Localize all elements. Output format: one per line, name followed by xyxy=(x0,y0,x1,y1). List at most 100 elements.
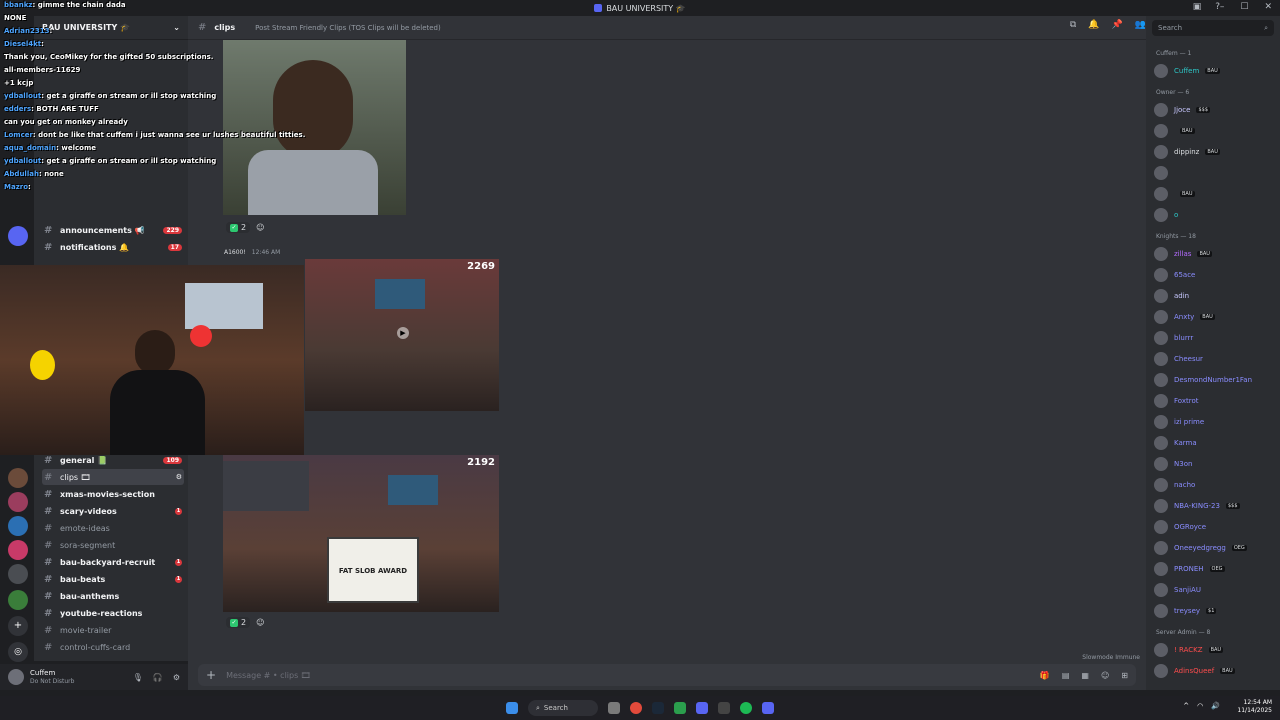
channel-item[interactable]: # bau-beats 1 xyxy=(42,571,184,587)
channel-item[interactable]: # sora-segment xyxy=(42,537,184,553)
channel-item[interactable]: # bau-anthems xyxy=(42,588,184,604)
bell-icon[interactable]: 🔔 xyxy=(1088,20,1099,30)
member-item[interactable]: Foxtrot xyxy=(1154,392,1278,410)
member-item[interactable]: blurrr xyxy=(1154,329,1278,347)
channel-item[interactable]: # xmas-movies-section xyxy=(42,486,184,502)
add-server-icon[interactable]: + xyxy=(8,616,28,636)
member-item[interactable]: N3on xyxy=(1154,455,1278,473)
discover-icon[interactable]: ◎ xyxy=(8,642,28,662)
member-item[interactable]: ! RACKZ BAU xyxy=(1154,641,1278,659)
volume-icon[interactable]: 🔊 xyxy=(1211,702,1220,710)
taskbar-search[interactable]: ⌕ Search xyxy=(528,700,598,716)
server-icon[interactable] xyxy=(8,226,28,246)
server-icon[interactable] xyxy=(8,468,28,488)
clip-thumbnail[interactable]: FAT SLOB AWARD 2192 xyxy=(223,455,499,612)
play-icon[interactable]: ▶ xyxy=(397,327,409,339)
clip-thumbnail[interactable]: ▶ 2269 xyxy=(305,259,499,411)
channel-item[interactable]: # bau-backyard-recruit 1 xyxy=(42,554,184,570)
channel-item[interactable]: # emote-ideas xyxy=(42,520,184,536)
member-item[interactable]: 65ace xyxy=(1154,266,1278,284)
server-icon[interactable] xyxy=(8,492,28,512)
member-item[interactable]: Cuffem BAU xyxy=(1154,62,1278,80)
check-icon: ✓ xyxy=(230,223,238,232)
member-item[interactable]: AdinsQueef BAU xyxy=(1154,662,1278,680)
gif-icon[interactable]: ▤ xyxy=(1062,671,1070,680)
members-icon[interactable]: 👥 xyxy=(1135,20,1146,30)
settings-icon[interactable]: ⚙ xyxy=(176,473,182,481)
member-item[interactable]: o xyxy=(1154,206,1278,224)
member-item[interactable]: DesmondNumber1Fan xyxy=(1154,371,1278,389)
member-item[interactable]: Karma xyxy=(1154,434,1278,452)
message-input[interactable]: Message # • clips 🎞 xyxy=(226,671,311,680)
apps-icon[interactable]: ⊞ xyxy=(1121,671,1128,680)
member-item[interactable]: Cheesur xyxy=(1154,350,1278,368)
channel-item[interactable]: # movie-trailer xyxy=(42,622,184,638)
emoji-icon[interactable]: ☺ xyxy=(1101,671,1109,680)
guild-header[interactable]: BAU UNIVERSITY 🎓 ⌄ xyxy=(34,16,188,40)
reaction-button[interactable]: ✓ 2 xyxy=(226,617,251,628)
gift-icon[interactable]: 🎁 xyxy=(1040,671,1050,680)
member-item[interactable]: BAU xyxy=(1154,185,1278,203)
server-icon[interactable] xyxy=(8,516,28,536)
clock[interactable]: 12:54 AM 11/14/2025 xyxy=(1237,699,1272,715)
plus-icon[interactable]: + xyxy=(206,668,216,682)
pin-icon[interactable]: 📌 xyxy=(1112,20,1123,30)
member-item[interactable]: SanjiAU xyxy=(1154,581,1278,599)
member-item[interactable] xyxy=(1154,164,1278,182)
channel-item[interactable]: # youtube-reactions xyxy=(42,605,184,621)
channel-item-clips[interactable]: # clips 🎞 ⚙ xyxy=(42,469,184,485)
steam-icon[interactable] xyxy=(652,702,664,714)
member-item[interactable]: Jjoce $$$ xyxy=(1154,101,1278,119)
member-item[interactable]: PRONEH OEG xyxy=(1154,560,1278,578)
add-reaction-icon[interactable]: ☺ xyxy=(256,223,264,232)
member-item[interactable]: Anxty BAU xyxy=(1154,308,1278,326)
avatar xyxy=(1154,499,1168,513)
threads-icon[interactable]: ⧉ xyxy=(1070,20,1076,30)
reaction-button[interactable]: ✓ 2 xyxy=(226,222,251,233)
member-item[interactable]: dippinz BAU xyxy=(1154,143,1278,161)
microphone-icon[interactable]: 🎙 xyxy=(133,673,143,682)
channel-item[interactable]: # announcements 📢 229 xyxy=(42,222,184,238)
member-item[interactable]: NBA-KING-23 $$$ xyxy=(1154,497,1278,515)
author-name[interactable]: A1600! xyxy=(224,249,246,256)
wifi-icon[interactable]: ◠ xyxy=(1197,702,1203,710)
message-composer[interactable]: + Message # • clips 🎞 🎁 ▤ ▦ ☺ ⊞ xyxy=(198,664,1136,686)
member-item[interactable]: zillas BAU xyxy=(1154,245,1278,263)
server-icon[interactable] xyxy=(8,564,28,584)
hash-icon: # xyxy=(44,522,53,534)
server-icon[interactable] xyxy=(8,590,28,610)
maximize-button[interactable]: ☐ xyxy=(1240,2,1248,12)
inbox-icon[interactable]: ▣ xyxy=(1193,2,1202,12)
clip-image[interactable] xyxy=(223,40,406,215)
gear-icon[interactable]: ⚙ xyxy=(173,673,180,682)
member-item[interactable]: OGRoyce xyxy=(1154,518,1278,536)
add-reaction-icon[interactable]: ☺ xyxy=(256,618,264,627)
channel-item[interactable]: # scary-videos 1 xyxy=(42,503,184,519)
member-item[interactable]: izi prime xyxy=(1154,413,1278,431)
discord-icon[interactable] xyxy=(696,702,708,714)
channel-item[interactable]: # notifications 🔔 17 xyxy=(42,239,184,255)
windows-start-icon[interactable] xyxy=(506,702,518,714)
task-view-icon[interactable] xyxy=(608,702,620,714)
spotify-icon[interactable] xyxy=(740,702,752,714)
member-item[interactable]: Oneeyedgregg OEG xyxy=(1154,539,1278,557)
avatar[interactable] xyxy=(8,669,24,685)
member-item[interactable]: adin xyxy=(1154,287,1278,305)
server-icon[interactable] xyxy=(8,540,28,560)
minimize-button[interactable]: – xyxy=(1220,2,1225,12)
avatar xyxy=(1154,208,1168,222)
member-item[interactable]: nacho xyxy=(1154,476,1278,494)
chrome-icon[interactable] xyxy=(630,702,642,714)
discord-icon[interactable] xyxy=(762,702,774,714)
app-icon[interactable] xyxy=(674,702,686,714)
channel-item[interactable]: # control-cuffs-card xyxy=(42,639,184,655)
member-item[interactable]: BAU xyxy=(1154,122,1278,140)
search-icon: ⌕ xyxy=(1264,23,1268,32)
sticker-icon[interactable]: ▦ xyxy=(1081,671,1089,680)
chevron-up-icon[interactable]: ^ xyxy=(1183,702,1189,710)
member-item[interactable]: treysey $1 xyxy=(1154,602,1278,620)
headphones-icon[interactable]: 🎧 xyxy=(153,673,163,682)
search-input[interactable]: Search ⌕ xyxy=(1152,20,1274,36)
app-icon[interactable] xyxy=(718,702,730,714)
close-button[interactable]: ✕ xyxy=(1264,2,1272,12)
